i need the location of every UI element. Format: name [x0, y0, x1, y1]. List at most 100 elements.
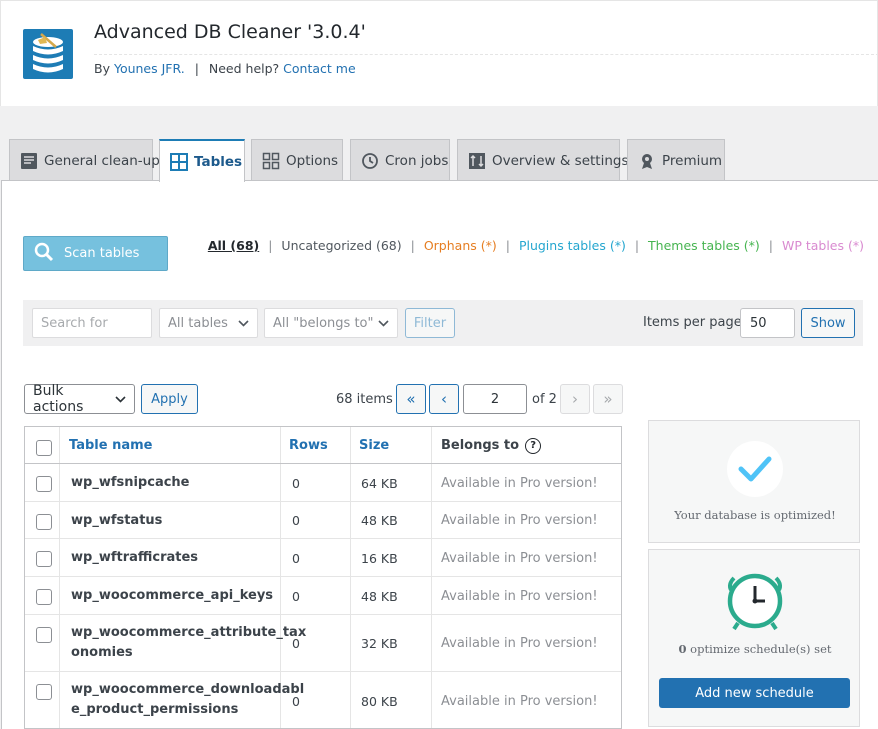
belongs-to-cell: Available in Pro version!	[441, 475, 598, 491]
table-name-line: onomies	[71, 645, 133, 660]
filter-themes-link[interactable]: Themes tables (*)	[648, 238, 760, 253]
filter-uncategorized-link[interactable]: Uncategorized (68)	[281, 238, 401, 253]
chevron-down-icon	[115, 391, 126, 407]
bulk-actions-value: Bulk actions	[33, 383, 84, 415]
tab-options[interactable]: Options	[251, 139, 343, 181]
db-cleaner-logo-icon	[23, 29, 73, 79]
row-checkbox[interactable]	[36, 476, 52, 492]
options-icon	[262, 152, 280, 170]
row-checkbox[interactable]	[36, 514, 52, 530]
scan-label: Scan tables	[64, 246, 140, 261]
table-name-line: wp_woocommerce_downloadabl	[71, 682, 305, 697]
schedule-status: 0 optimize schedule(s) set	[649, 642, 861, 656]
tab-premium[interactable]: Premium	[627, 139, 725, 181]
apply-button[interactable]: Apply	[141, 384, 198, 414]
belongs-to-cell: Available in Pro version!	[441, 513, 598, 528]
row-checkbox[interactable]	[36, 684, 52, 700]
filter-plugins-link[interactable]: Plugins tables (*)	[519, 238, 626, 253]
add-new-schedule-button[interactable]: Add new schedule	[659, 678, 850, 708]
tab-bar: General clean-up Tables Options Cron job…	[0, 139, 878, 182]
items-count: 68 items	[336, 392, 393, 407]
size-cell: 80 KB	[361, 693, 398, 709]
table-row: wp_woocommerce_attribute_tax onomies 0 3…	[25, 615, 621, 672]
tab-general-clean-up[interactable]: General clean-up	[9, 139, 160, 181]
filter-all-link[interactable]: All (68)	[208, 238, 259, 253]
belongs-to-label: Belongs to	[441, 438, 520, 453]
tab-label: General clean-up	[44, 152, 160, 169]
tables-select[interactable]: All tables	[159, 308, 258, 338]
column-rows[interactable]: Rows	[289, 427, 328, 464]
current-page-input[interactable]: 2	[463, 384, 527, 414]
chevron-down-icon	[378, 316, 389, 331]
filter-separator: |	[410, 238, 415, 253]
row-checkbox[interactable]	[36, 627, 52, 643]
plugin-header: Advanced DB Cleaner '3.0.4' By Younes JF…	[0, 0, 878, 106]
column-size[interactable]: Size	[359, 427, 389, 464]
belongs-to-cell: Available in Pro version!	[441, 693, 598, 709]
size-cell: 32 KB	[361, 636, 398, 651]
prev-page-button[interactable]: ‹	[429, 384, 459, 414]
chevron-down-icon	[238, 316, 249, 331]
by-label: By	[94, 61, 110, 76]
row-checkbox[interactable]	[36, 551, 52, 567]
table-name-line: wp_woocommerce_attribute_tax	[71, 625, 307, 640]
author-link[interactable]: Younes JFR.	[114, 61, 185, 76]
tab-cron-jobs[interactable]: Cron jobs	[350, 139, 450, 181]
byline: By Younes JFR. | Need help? Contact me	[94, 61, 356, 76]
scan-tables-button[interactable]: Scan tables	[23, 236, 168, 271]
filter-separator: |	[505, 238, 510, 253]
table-name-cell: wp_wftrafficrates	[71, 550, 199, 565]
items-per-page-label: Items per page	[643, 315, 742, 330]
first-page-button[interactable]: «	[396, 384, 426, 414]
table-name-cell: wp_wfstatus	[71, 512, 163, 528]
size-cell: 48 KB	[361, 588, 398, 604]
contact-link[interactable]: Contact me	[283, 61, 355, 76]
tab-label: Premium	[662, 152, 723, 169]
byline-separator: |	[194, 61, 199, 76]
rows-cell: 0	[292, 693, 300, 709]
title-divider	[94, 54, 878, 55]
table-name-cell: wp_woocommerce_api_keys	[71, 588, 274, 603]
tab-overview-settings[interactable]: Overview & settings	[457, 139, 629, 181]
rows-cell: 0	[292, 513, 300, 528]
last-page-button: »	[593, 384, 623, 414]
table-name-cell: wp_woocommerce_attribute_tax onomies	[71, 623, 306, 663]
tab-label: Options	[286, 152, 339, 169]
schedules-card: 0 optimize schedule(s) set Add new sched…	[648, 549, 860, 727]
help-label: Need help?	[208, 61, 280, 76]
table-row: wp_wfsnipcache 0 64 KB Available in Pro …	[25, 464, 621, 502]
items-per-page-input[interactable]: 50	[740, 308, 795, 338]
show-button[interactable]: Show	[801, 308, 855, 338]
alarm-clock-icon	[723, 570, 787, 638]
optimized-status-card: Your database is optimized!	[648, 420, 860, 543]
filter-separator: |	[768, 238, 773, 253]
next-page-button: ›	[560, 384, 590, 414]
select-all-checkbox[interactable]	[36, 440, 52, 456]
search-icon	[34, 242, 54, 266]
bulk-actions-select[interactable]: Bulk actions	[24, 383, 135, 415]
filter-wp-link[interactable]: WP tables (*)	[782, 238, 864, 253]
filter-separator: |	[634, 238, 640, 253]
tab-tables[interactable]: Tables	[159, 139, 245, 182]
table-name-line: e_product_permissions	[71, 702, 239, 717]
belongs-select-value: All "belongs to"	[273, 315, 374, 331]
page-title: Advanced DB Cleaner '3.0.4'	[94, 21, 366, 43]
filter-bar: Search for All tables All "belongs to" F…	[23, 300, 863, 346]
table-name-cell: wp_woocommerce_downloadabl e_product_per…	[71, 680, 304, 720]
table-header: Table name Rows Size Belongs to ?	[25, 427, 621, 464]
optimized-text: Your database is optimized!	[674, 508, 836, 522]
table-row: wp_wfstatus 0 48 KB Available in Pro ver…	[25, 502, 621, 539]
column-table-name[interactable]: Table name	[69, 427, 152, 464]
filter-button[interactable]: Filter	[405, 308, 455, 338]
search-input[interactable]: Search for	[32, 308, 152, 338]
size-cell: 16 KB	[361, 550, 398, 566]
filter-orphans-link[interactable]: Orphans (*)	[424, 238, 497, 253]
help-icon[interactable]: ?	[525, 437, 542, 454]
sort-icon	[468, 152, 486, 170]
size-cell: 64 KB	[361, 475, 398, 491]
column-belongs-to: Belongs to ?	[441, 427, 542, 464]
belongs-to-select[interactable]: All "belongs to"	[264, 308, 398, 338]
rows-cell: 0	[292, 550, 300, 566]
row-checkbox[interactable]	[36, 589, 52, 605]
tables-list: Table name Rows Size Belongs to ? wp_wfs…	[24, 426, 622, 729]
